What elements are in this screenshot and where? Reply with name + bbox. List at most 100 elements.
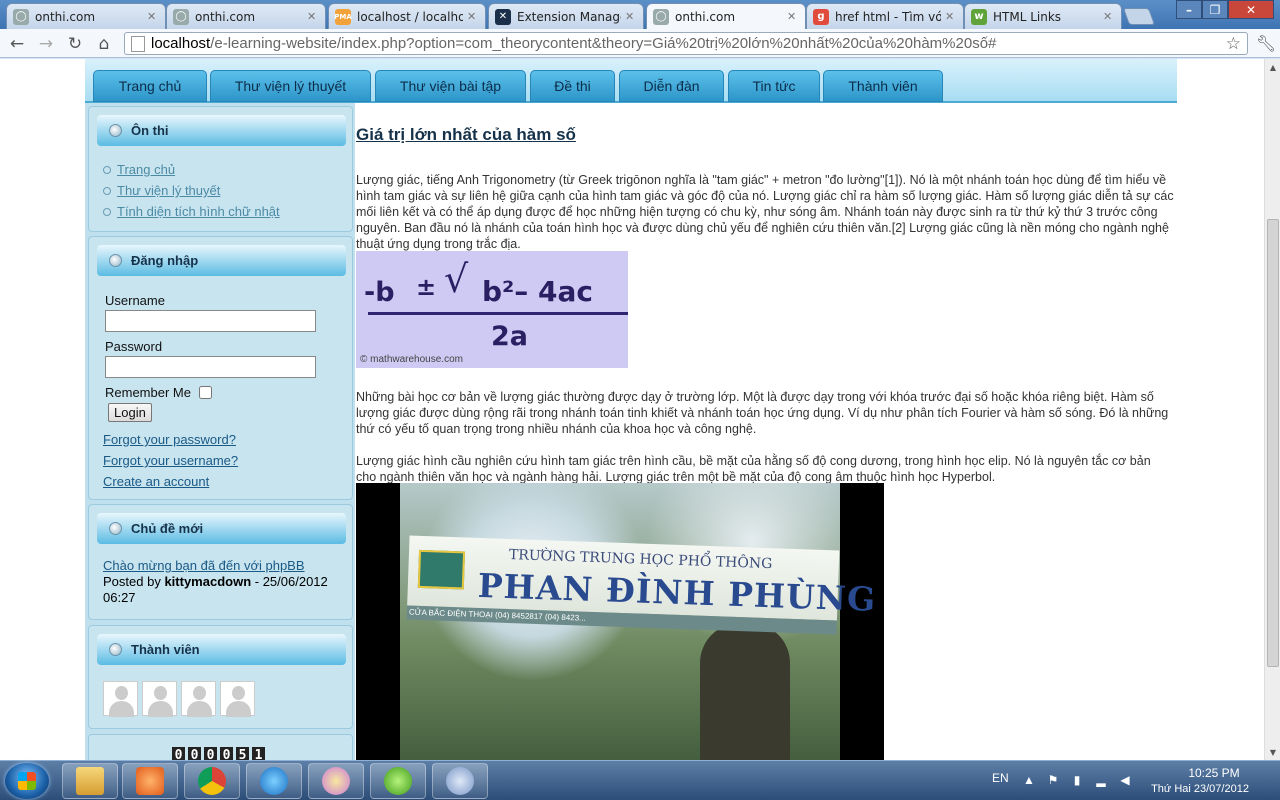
start-button[interactable] <box>5 763 49 799</box>
sign-line-2: PHAN ĐÌNH PHÙNG <box>477 565 877 619</box>
wrench-icon[interactable]: 🔧︎ <box>1255 31 1277 55</box>
back-arrow-icon[interactable]: ← <box>6 33 28 55</box>
forgot-username-link[interactable]: Forgot your username? <box>103 450 238 471</box>
new-tab-button[interactable] <box>1122 8 1156 25</box>
scrollbar-thumb[interactable] <box>1267 219 1279 667</box>
review-link-home[interactable]: Trang chủ <box>103 159 280 180</box>
tab-google-search[interactable]: g href html - Tìm với G ✕ <box>806 3 964 29</box>
close-icon[interactable]: ✕ <box>625 10 637 23</box>
bookmark-star-icon[interactable]: ☆ <box>1226 34 1241 54</box>
visitor-counter: 0 0 0 0 5 1 <box>172 747 272 760</box>
school-logo-icon <box>417 549 466 590</box>
globe-icon: ◯ <box>653 8 669 25</box>
globe-icon: ◯ <box>173 8 189 25</box>
left-sidebar: Ôn thi Trang chủ Thư viện lý thuyết Tính… <box>85 103 355 760</box>
quadratic-formula-image: -b ± √ b²– 4ac 2a © mathwarehouse.com <box>356 251 628 368</box>
menu-theory-library[interactable]: Thư viện lý thuyết <box>210 70 371 102</box>
volume-icon[interactable]: ◀ <box>1118 773 1132 787</box>
address-bar[interactable]: localhost/e-learning-website/index.php?o… <box>124 32 1248 55</box>
page-viewport: Trang chủ Thư viện lý thuyết Thư viện bà… <box>0 59 1264 760</box>
avatar[interactable] <box>220 681 255 717</box>
tab-phpmyadmin[interactable]: PMA localhost / localhost ✕ <box>328 3 486 29</box>
taskbar-internet-explorer[interactable] <box>246 763 302 799</box>
menu-members[interactable]: Thành viên <box>823 70 943 102</box>
close-window-button[interactable]: ✕ <box>1228 0 1274 19</box>
module-title: Thành viên <box>131 642 200 657</box>
url-text: localhost/e-learning-website/index.php?o… <box>151 35 996 52</box>
password-input[interactable] <box>105 356 316 378</box>
counter-digit: 1 <box>252 747 265 760</box>
media-player-icon <box>136 767 164 795</box>
account-links: Forgot your password? Forgot your userna… <box>103 429 238 492</box>
remember-me-checkbox[interactable] <box>198 386 212 399</box>
remember-me-label: Remember Me <box>105 385 191 400</box>
menu-forum[interactable]: Diễn đàn <box>619 70 724 102</box>
menu-home[interactable]: Trang chủ <box>93 70 207 102</box>
explorer-icon <box>76 767 104 795</box>
avatar[interactable] <box>142 681 177 717</box>
clock-date[interactable]: Thứ Hai 23/07/2012 <box>1144 783 1256 795</box>
forgot-password-link[interactable]: Forgot your password? <box>103 429 238 450</box>
tab-onthi-2[interactable]: ◯ onthi.com ✕ <box>166 3 326 29</box>
article-title[interactable]: Giá trị lớn nhất của hàm số <box>356 125 576 145</box>
menu-exams[interactable]: Đề thi <box>530 70 615 102</box>
school-signboard: TRƯỜNG TRUNG HỌC PHỔ THÔNG PHAN ĐÌNH PHÙ… <box>406 535 877 635</box>
minimize-button[interactable]: – <box>1176 0 1202 19</box>
topic-link[interactable]: Chào mừng bạn đã đến với phpBB <box>103 558 343 574</box>
menu-news[interactable]: Tin tức <box>728 70 820 102</box>
article-content: Giá trị lớn nhất của hàm số Lượng giác, … <box>356 103 1177 760</box>
tab-extension-manager[interactable]: ✕ Extension Manager: ✕ <box>488 3 644 29</box>
chrome-icon <box>198 767 226 795</box>
taskbar-explorer[interactable] <box>62 763 118 799</box>
forward-arrow-icon[interactable]: → <box>35 33 57 55</box>
module-header: Đăng nhập <box>97 245 346 276</box>
close-icon[interactable]: ✕ <box>467 10 479 23</box>
home-icon[interactable]: ⌂ <box>93 33 115 55</box>
close-icon[interactable]: ✕ <box>945 10 957 23</box>
power-icon[interactable]: ▮ <box>1070 773 1084 787</box>
scroll-up-arrow-icon[interactable]: ▲ <box>1265 59 1280 75</box>
tab-onthi-1[interactable]: ◯ onthi.com ✕ <box>6 3 166 29</box>
page-scrollbar[interactable]: ▲ ▼ <box>1264 59 1280 760</box>
taskbar-media-player[interactable] <box>122 763 178 799</box>
reload-icon[interactable]: ↻ <box>64 33 86 55</box>
taskbar-dreamweaver[interactable] <box>370 763 426 799</box>
language-indicator[interactable]: EN <box>992 771 1009 785</box>
bullet-icon <box>109 124 122 137</box>
scroll-down-arrow-icon[interactable]: ▼ <box>1265 744 1280 760</box>
avatar[interactable] <box>103 681 138 717</box>
formula-denominator: 2a <box>491 321 529 352</box>
menu-exercise-library[interactable]: Thư viện bài tập <box>375 70 526 102</box>
taskbar-network[interactable] <box>432 763 488 799</box>
internet-explorer-icon <box>260 767 288 795</box>
create-account-link[interactable]: Create an account <box>103 471 238 492</box>
tab-onthi-active[interactable]: ◯ onthi.com ✕ <box>646 3 806 29</box>
review-link-theory[interactable]: Thư viện lý thuyết <box>103 180 280 201</box>
review-link-rectangle-area[interactable]: Tính diện tích hình chữ nhật <box>103 201 280 222</box>
username-input[interactable] <box>105 310 316 332</box>
taskbar-chrome[interactable] <box>184 763 240 799</box>
module-title: Đăng nhập <box>131 253 199 268</box>
taskbar-paint[interactable] <box>308 763 364 799</box>
topic-item: Chào mừng bạn đã đến với phpBB Posted by… <box>103 558 343 606</box>
close-icon[interactable]: ✕ <box>147 10 159 23</box>
tab-label: onthi.com <box>195 9 256 24</box>
phpmyadmin-icon: PMA <box>334 8 352 25</box>
sign-line-3: CỬA BẮC ĐIỆN THOẠI (04) 8452817 (04) 842… <box>408 607 586 623</box>
network-status-icon[interactable]: ▂ <box>1094 773 1108 787</box>
show-hidden-icons-icon[interactable]: ▲ <box>1022 773 1036 787</box>
clock-time[interactable]: 10:25 PM <box>1164 766 1264 780</box>
close-icon[interactable]: ✕ <box>307 10 319 23</box>
bullet-icon <box>109 254 122 267</box>
tab-html-links[interactable]: w HTML Links ✕ <box>964 3 1122 29</box>
action-center-icon[interactable]: ⚑ <box>1046 773 1060 787</box>
paint-icon <box>322 767 350 795</box>
login-button[interactable]: Login <box>108 403 152 422</box>
avatar[interactable] <box>181 681 216 717</box>
joomla-icon: ✕ <box>495 8 511 25</box>
counter-digit: 5 <box>236 747 249 760</box>
close-icon[interactable]: ✕ <box>787 10 799 23</box>
close-icon[interactable]: ✕ <box>1103 10 1115 23</box>
maximize-button[interactable]: ❐ <box>1202 0 1228 19</box>
url-host: localhost <box>151 35 211 52</box>
